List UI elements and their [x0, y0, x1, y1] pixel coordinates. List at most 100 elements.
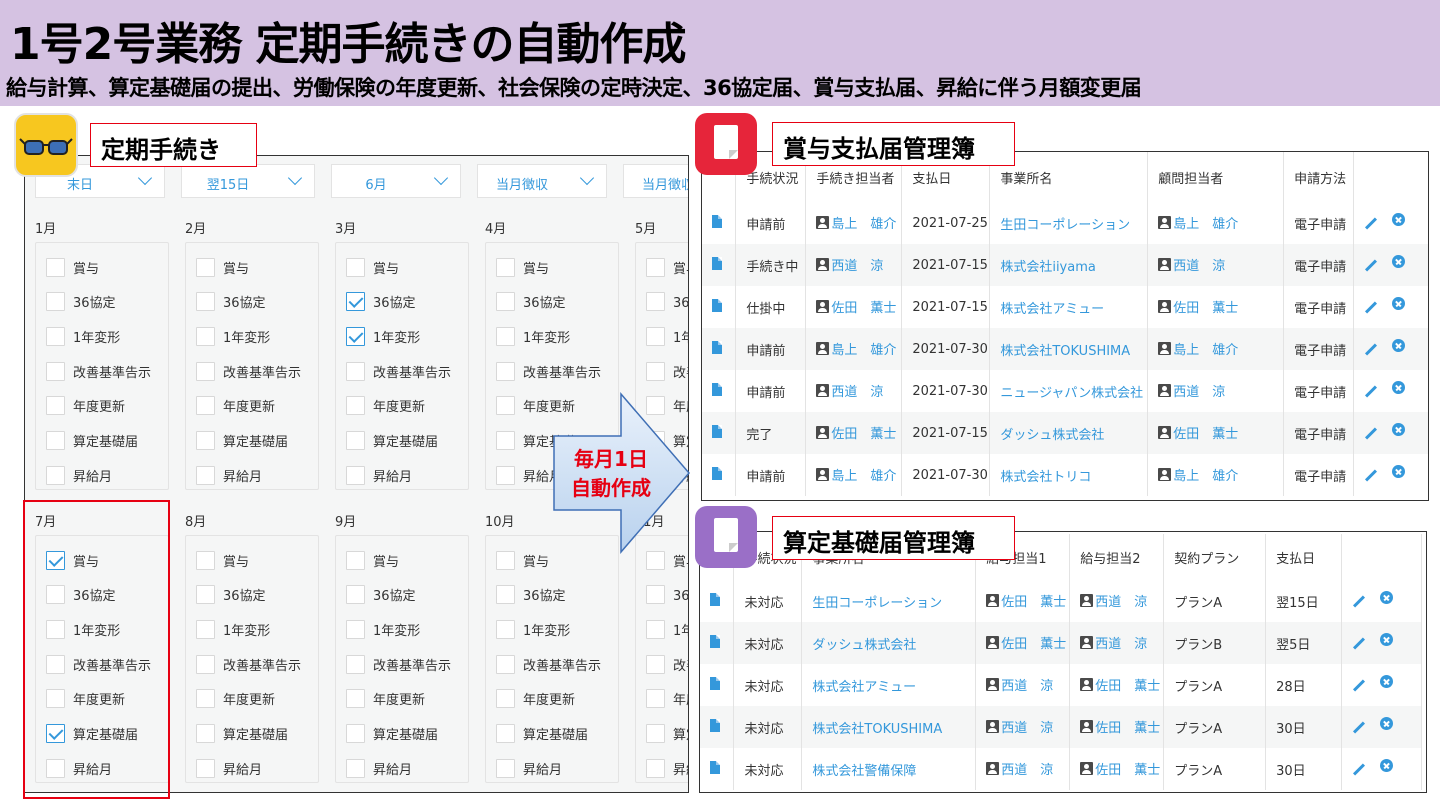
office-link[interactable]: 生田コーポレーション	[812, 596, 942, 611]
delete-icon[interactable]	[1380, 632, 1394, 646]
unchecked-checkbox[interactable]	[646, 292, 665, 312]
unchecked-checkbox[interactable]	[46, 396, 65, 416]
unchecked-checkbox[interactable]	[196, 654, 215, 674]
delete-icon[interactable]	[1392, 296, 1406, 310]
person-link[interactable]: 佐田 薫士	[1080, 717, 1160, 736]
delete-icon[interactable]	[1392, 380, 1406, 394]
procedure-checkbox-row[interactable]: 算定基礎届	[346, 430, 438, 452]
procedure-checkbox-row[interactable]: 1年変形	[346, 618, 420, 640]
pencil-icon[interactable]	[1365, 216, 1378, 230]
document-icon[interactable]	[710, 634, 720, 648]
person-link[interactable]: 佐田 薫士	[816, 423, 896, 442]
unchecked-checkbox[interactable]	[646, 361, 665, 381]
pencil-icon[interactable]	[1365, 258, 1378, 272]
person-link[interactable]: 島上 雄介	[1158, 339, 1238, 358]
procedure-checkbox-row[interactable]: 改善基準告示	[496, 360, 601, 382]
document-icon[interactable]	[710, 676, 720, 690]
table-row[interactable]: 未対応 株式会社警備保障 西道 涼 佐田 薫士 プランA 30日	[700, 748, 1422, 790]
procedure-checkbox-row[interactable]: 昇給月	[646, 757, 688, 779]
person-link[interactable]: 佐田 薫士	[1158, 423, 1238, 442]
procedure-checkbox-row[interactable]: 昇給月	[196, 464, 262, 486]
delete-icon[interactable]	[1380, 716, 1394, 730]
office-link[interactable]: 株式会社TOKUSHIMA	[1000, 344, 1130, 359]
unchecked-checkbox[interactable]	[346, 550, 365, 570]
procedure-checkbox-row[interactable]: 年度更新	[196, 688, 275, 710]
pencil-icon[interactable]	[1365, 468, 1378, 482]
procedure-checkbox-row[interactable]: 36協定	[196, 584, 266, 606]
unchecked-checkbox[interactable]	[646, 257, 665, 277]
unchecked-checkbox[interactable]	[496, 431, 515, 450]
pencil-icon[interactable]	[1353, 678, 1366, 692]
procedure-checkbox-row[interactable]: 昇給月	[346, 757, 412, 779]
person-link[interactable]: 西道 涼	[1080, 591, 1147, 610]
table-row[interactable]: 未対応 株式会社TOKUSHIMA 西道 涼 佐田 薫士 プランA 30日	[700, 706, 1422, 748]
unchecked-checkbox[interactable]	[496, 292, 515, 312]
unchecked-checkbox[interactable]	[496, 257, 515, 277]
table-row[interactable]: 手続き中 西道 涼 2021-07-15 株式会社iiyama 西道 涼 電子申請	[702, 244, 1428, 286]
unchecked-checkbox[interactable]	[496, 654, 515, 674]
office-link[interactable]: ダッシュ株式会社	[1000, 428, 1104, 443]
document-icon[interactable]	[712, 298, 722, 312]
office-link[interactable]: 株式会社アミュー	[1000, 302, 1104, 317]
procedure-checkbox-row[interactable]: 36協定	[346, 584, 416, 606]
person-link[interactable]: 西道 涼	[1080, 633, 1147, 652]
procedure-checkbox-row[interactable]: 1年変形	[46, 325, 120, 347]
procedure-checkbox-row[interactable]: 賞与	[346, 256, 399, 278]
procedure-checkbox-row[interactable]: 算定基礎届	[646, 723, 688, 745]
person-link[interactable]: 西道 涼	[816, 381, 883, 400]
document-icon[interactable]	[712, 214, 722, 228]
unchecked-checkbox[interactable]	[496, 689, 515, 709]
procedure-checkbox-row[interactable]: 昇給月	[196, 757, 262, 779]
person-link[interactable]: 島上 雄介	[1158, 465, 1238, 484]
procedure-checkbox-row[interactable]: 1年変形	[646, 325, 688, 347]
procedure-checkbox-row[interactable]: 昇給月	[46, 464, 112, 486]
pencil-icon[interactable]	[1353, 594, 1366, 608]
unchecked-checkbox[interactable]	[496, 585, 515, 605]
procedure-checkbox-row[interactable]: 年度更新	[196, 395, 275, 417]
pencil-icon[interactable]	[1365, 342, 1378, 356]
unchecked-checkbox[interactable]	[646, 326, 665, 346]
unchecked-checkbox[interactable]	[496, 396, 515, 416]
table-row[interactable]: 申請前 西道 涼 2021-07-30 ニュージャパン株式会社 西道 涼 電子申請	[702, 370, 1428, 412]
pencil-icon[interactable]	[1353, 636, 1366, 650]
document-icon[interactable]	[710, 760, 720, 774]
procedure-checkbox-row[interactable]: 賞与	[196, 549, 249, 571]
person-link[interactable]: 佐田 薫士	[1080, 759, 1160, 778]
procedure-checkbox-row[interactable]: 算定基礎届	[346, 723, 438, 745]
person-link[interactable]: 島上 雄介	[816, 339, 896, 358]
person-link[interactable]: 佐田 薫士	[986, 633, 1066, 652]
office-link[interactable]: 株式会社TOKUSHIMA	[812, 722, 942, 737]
person-link[interactable]: 西道 涼	[986, 717, 1053, 736]
office-link[interactable]: 生田コーポレーション	[1000, 218, 1130, 233]
procedure-checkbox-row[interactable]: 賞与	[46, 256, 99, 278]
procedure-checkbox-row[interactable]: 36協定	[646, 291, 688, 313]
procedure-checkbox-row[interactable]: 賞与	[346, 549, 399, 571]
table-row[interactable]: 未対応 ダッシュ株式会社 佐田 薫士 西道 涼プランB 翌5日	[700, 622, 1422, 664]
unchecked-checkbox[interactable]	[196, 326, 215, 346]
procedure-checkbox-row[interactable]: 1年変形	[196, 618, 270, 640]
unchecked-checkbox[interactable]	[646, 585, 665, 605]
delete-icon[interactable]	[1392, 254, 1406, 268]
period-select-3[interactable]: 6月	[331, 164, 461, 198]
unchecked-checkbox[interactable]	[196, 724, 215, 743]
procedure-checkbox-row[interactable]: 年度更新	[346, 395, 425, 417]
unchecked-checkbox[interactable]	[46, 465, 65, 485]
pencil-icon[interactable]	[1365, 300, 1378, 314]
unchecked-checkbox[interactable]	[496, 326, 515, 346]
document-icon[interactable]	[712, 256, 722, 270]
unchecked-checkbox[interactable]	[346, 619, 365, 639]
table-row[interactable]: 申請前 島上 雄介 2021-07-25 生田コーポレーション 島上 雄介 電子申請	[702, 202, 1428, 244]
delete-icon[interactable]	[1380, 590, 1394, 604]
person-link[interactable]: 佐田 薫士	[986, 591, 1066, 610]
table-row[interactable]: 未対応 株式会社アミュー 西道 涼 佐田 薫士 プランA 28日	[700, 664, 1422, 706]
procedure-checkbox-row[interactable]: 1年変形	[196, 325, 270, 347]
procedure-checkbox-row[interactable]: 36協定	[646, 584, 688, 606]
unchecked-checkbox[interactable]	[346, 689, 365, 709]
person-link[interactable]: 西道 涼	[1158, 381, 1225, 400]
unchecked-checkbox[interactable]	[496, 758, 515, 778]
procedure-checkbox-row[interactable]: 改善基準告示	[646, 653, 688, 675]
pencil-icon[interactable]	[1353, 720, 1366, 734]
unchecked-checkbox[interactable]	[196, 465, 215, 485]
procedure-checkbox-row[interactable]: 算定基礎届	[496, 723, 588, 745]
document-icon[interactable]	[712, 340, 722, 354]
